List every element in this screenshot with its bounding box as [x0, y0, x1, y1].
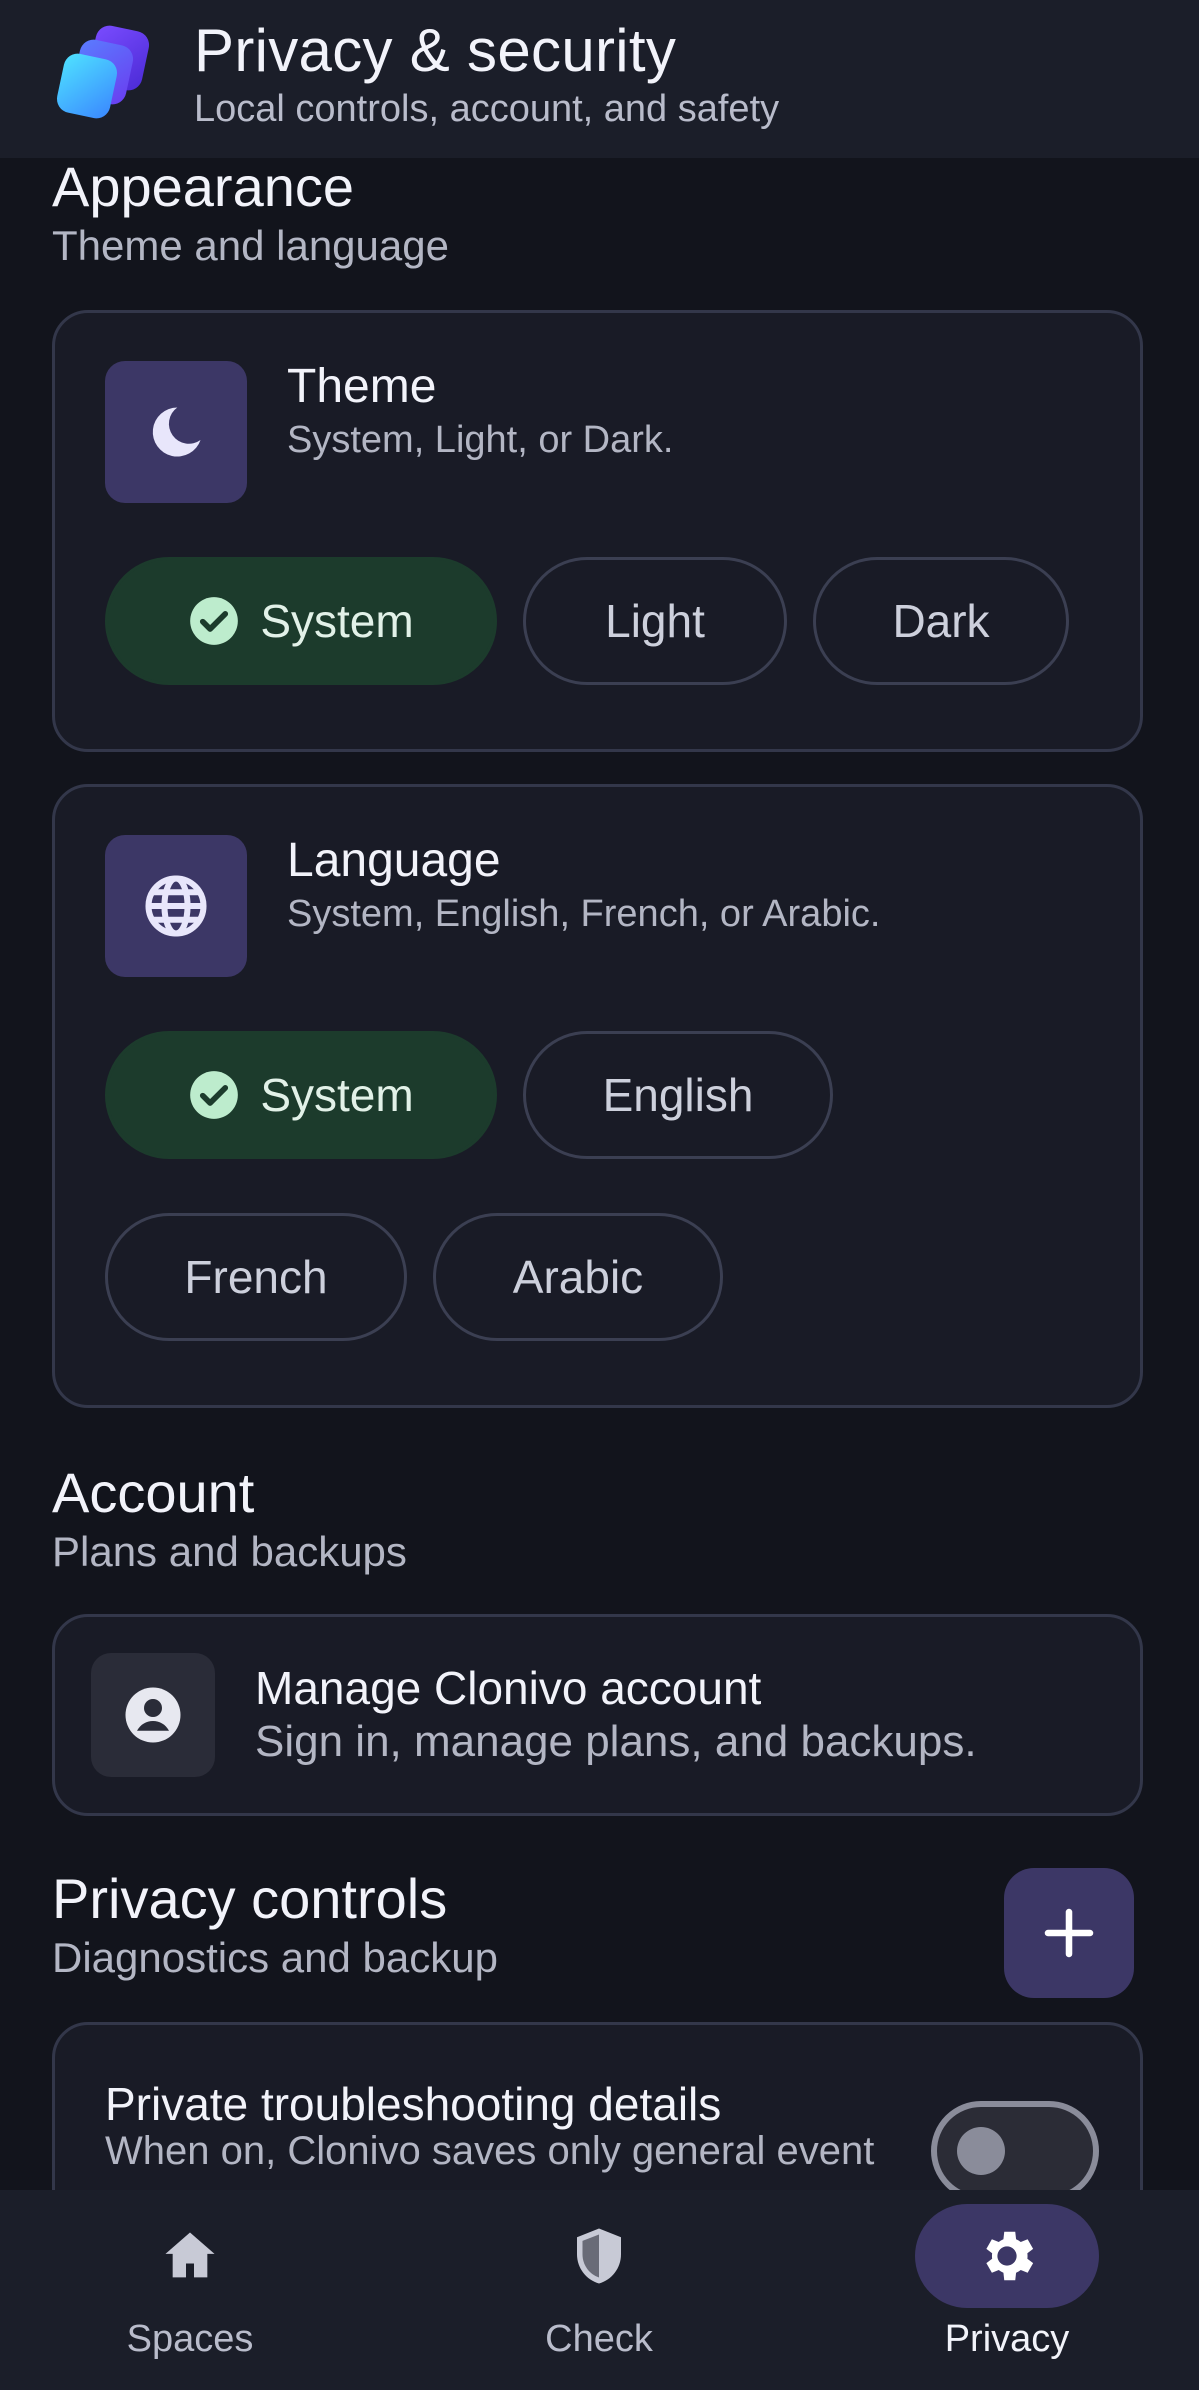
privacy-controls-subtitle: Diagnostics and backup	[52, 1934, 498, 1981]
language-card: Language System, English, French, or Ara…	[52, 784, 1143, 1408]
add-button[interactable]	[1004, 1868, 1134, 1998]
page-title: Privacy & security	[194, 17, 677, 84]
manage-account-title: Manage Clonivo account	[255, 1662, 762, 1714]
nav-pill-active	[915, 2204, 1099, 2308]
language-description: System, English, French, or Arabic.	[287, 893, 881, 935]
appearance-subtitle: Theme and language	[52, 222, 449, 269]
chip-label: Dark	[892, 595, 990, 647]
nav-label: Spaces	[126, 2318, 254, 2360]
language-option-french[interactable]: French	[105, 1213, 407, 1341]
toggle-knob	[957, 2127, 1005, 2175]
language-option-system[interactable]: System	[105, 1031, 497, 1159]
theme-option-system[interactable]: System	[105, 557, 497, 685]
gear-icon	[986, 2231, 1034, 2281]
nav-item-privacy[interactable]: Privacy	[857, 2190, 1157, 2390]
home-icon	[165, 2232, 215, 2278]
top-app-bar: Privacy & security Local controls, accou…	[0, 0, 1199, 158]
theme-description: System, Light, or Dark.	[287, 419, 674, 461]
chip-label: Light	[605, 595, 705, 647]
nav-label: Check	[545, 2318, 653, 2360]
page-subtitle: Local controls, account, and safety	[194, 88, 780, 130]
language-title: Language	[287, 834, 501, 887]
check-circle-icon	[190, 1071, 239, 1119]
account-circle-icon	[91, 1653, 215, 1777]
troubleshooting-card: Private troubleshooting details When on,…	[52, 2022, 1143, 2190]
moon-icon	[105, 361, 247, 503]
nav-item-check[interactable]: Check	[449, 2190, 749, 2390]
manage-account-card[interactable]: Manage Clonivo account Sign in, manage p…	[52, 1614, 1143, 1816]
chip-label: French	[184, 1251, 328, 1303]
settings-scroll-area[interactable]: Appearance Theme and language Theme Syst…	[0, 0, 1199, 2190]
theme-card: Theme System, Light, or Dark. System Lig…	[52, 310, 1143, 752]
check-circle-icon	[190, 597, 239, 645]
privacy-controls-title: Privacy controls	[52, 1867, 448, 1930]
language-option-arabic[interactable]: Arabic	[433, 1213, 723, 1341]
chip-label: System	[260, 595, 414, 647]
plus-icon	[1044, 1908, 1094, 1958]
nav-pill	[98, 2204, 282, 2308]
theme-option-light[interactable]: Light	[523, 557, 787, 685]
theme-title: Theme	[287, 360, 437, 413]
chip-label: English	[602, 1069, 754, 1121]
nav-pill	[507, 2204, 691, 2308]
account-title: Account	[52, 1461, 255, 1524]
troubleshooting-title: Private troubleshooting details	[105, 2078, 722, 2130]
bottom-navigation: Spaces Check Privacy	[0, 2190, 1199, 2390]
chip-label: Arabic	[512, 1251, 644, 1303]
chip-label: System	[260, 1069, 414, 1121]
appearance-title: Appearance	[52, 155, 355, 218]
theme-option-dark[interactable]: Dark	[813, 557, 1069, 685]
troubleshooting-description: When on, Clonivo saves only general even…	[105, 2129, 875, 2173]
account-subtitle: Plans and backups	[52, 1528, 407, 1575]
nav-label: Privacy	[944, 2318, 1070, 2360]
language-option-english[interactable]: English	[523, 1031, 833, 1159]
app-logo-icon	[56, 25, 150, 119]
troubleshooting-toggle[interactable]	[931, 2101, 1099, 2190]
shield-icon	[577, 2228, 621, 2284]
manage-account-description: Sign in, manage plans, and backups.	[255, 1717, 977, 1766]
nav-item-spaces[interactable]: Spaces	[40, 2190, 340, 2390]
globe-icon	[105, 835, 247, 977]
